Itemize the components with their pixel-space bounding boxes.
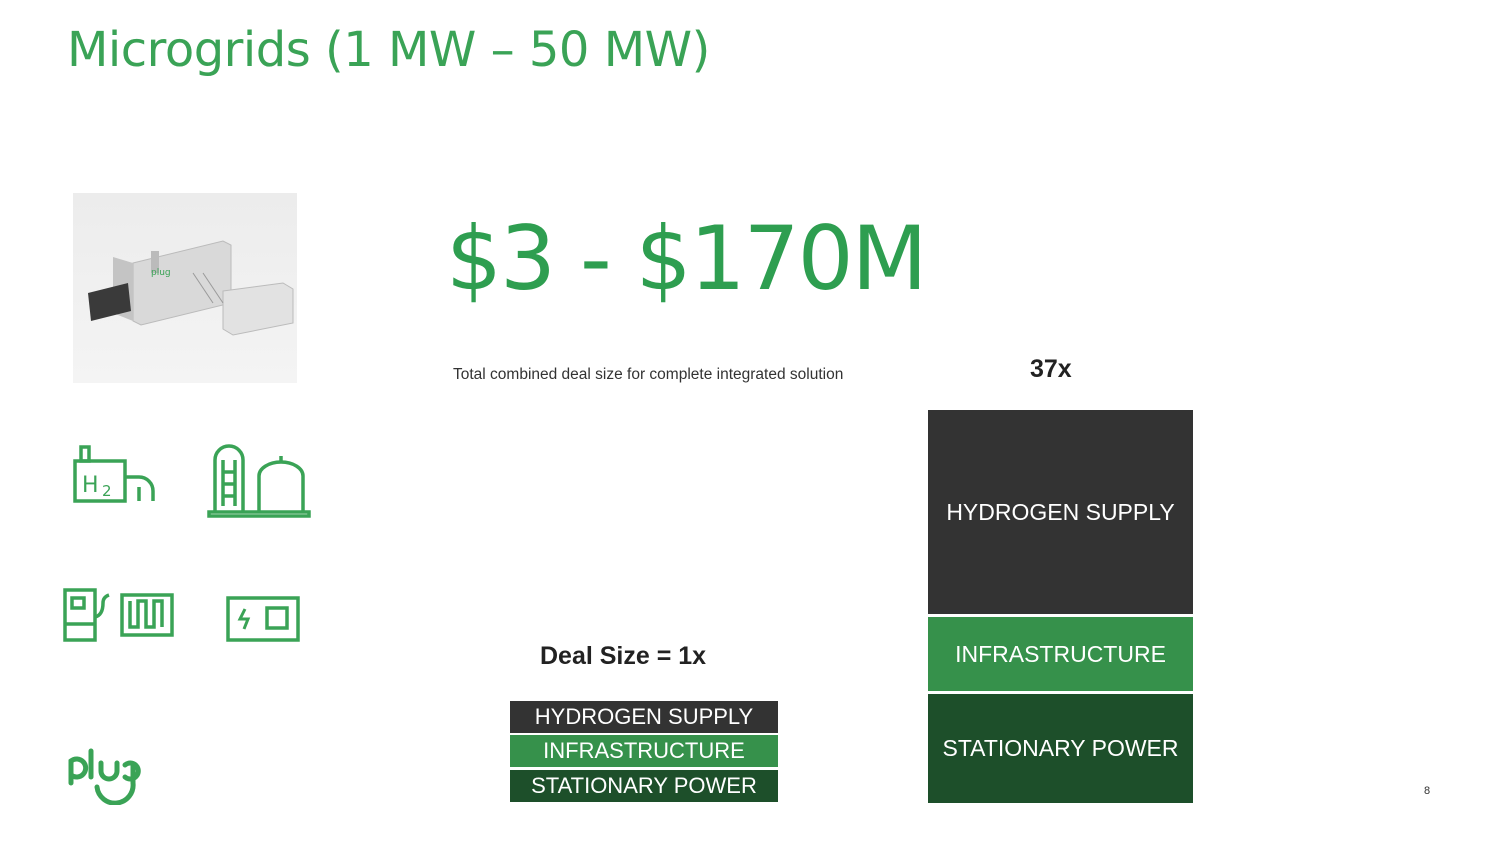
plug-logo [65,745,145,810]
svg-text:plug: plug [151,268,171,278]
deal-size-range: $3 - $170M [446,207,928,310]
storage-tank-icon [207,440,313,525]
product-image: plug [73,193,297,383]
svg-text:H: H [82,473,99,498]
big-infrastructure-segment: INFRASTRUCTURE [928,617,1193,691]
big-deal-stack: HYDROGEN SUPPLY INFRASTRUCTURE STATIONAR… [928,410,1193,803]
battery-icon [225,595,301,648]
big-hydrogen-supply-segment: HYDROGEN SUPPLY [928,410,1193,614]
page-number: 8 [1424,785,1431,797]
small-deal-stack: HYDROGEN SUPPLY INFRASTRUCTURE STATIONAR… [510,701,778,802]
small-stationary-power-segment: STATIONARY POWER [510,770,778,802]
small-hydrogen-supply-segment: HYDROGEN SUPPLY [510,701,778,733]
small-stack-label: Deal Size = 1x [540,642,707,670]
big-stationary-power-segment: STATIONARY POWER [928,694,1193,803]
svg-text:2: 2 [102,482,112,500]
fuel-cell-icon [62,587,176,650]
h2-plant-icon: H 2 [70,443,160,510]
deal-size-caption: Total combined deal size for complete in… [453,366,844,383]
slide-title: Microgrids (1 MW – 50 MW) [67,22,710,78]
big-stack-multiple: 37x [1030,355,1072,383]
small-infrastructure-segment: INFRASTRUCTURE [510,735,778,767]
